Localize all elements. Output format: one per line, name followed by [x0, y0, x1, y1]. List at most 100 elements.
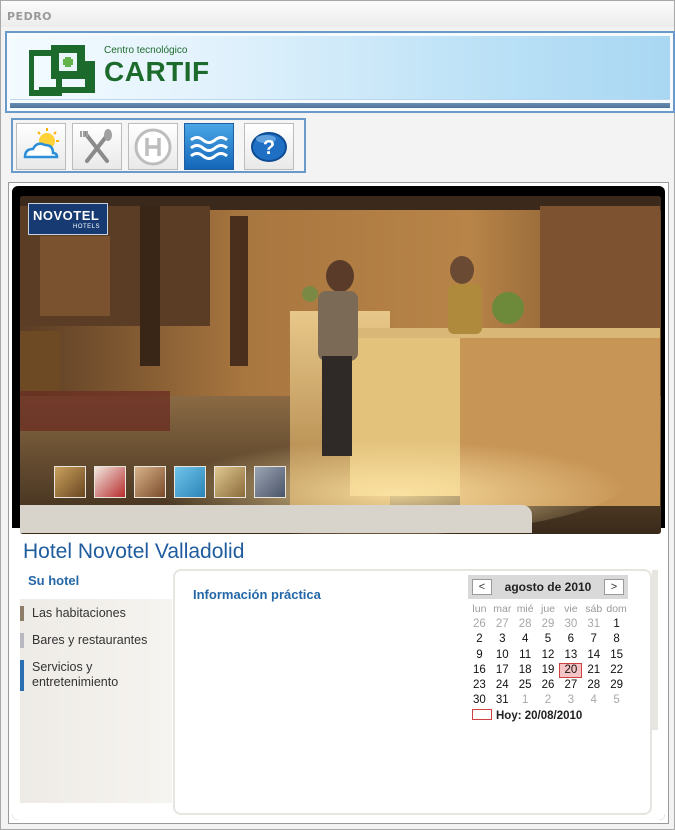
weather-icon [23, 127, 59, 158]
sidebar-item-marker [20, 633, 24, 648]
category-toolbar: ? [11, 118, 306, 173]
header-banner: Centro tecnológico CARTIF [5, 31, 675, 113]
calendar-day[interactable]: 7 [582, 632, 605, 647]
calendar-next-button[interactable]: > [604, 579, 624, 595]
calendar-day[interactable]: 4 [582, 693, 605, 708]
calendar-day[interactable]: 3 [559, 693, 582, 708]
calendar-day[interactable]: 22 [605, 663, 628, 678]
calendar-day[interactable]: 2 [537, 693, 560, 708]
calendar-day[interactable]: 2 [468, 632, 491, 647]
svg-text:?: ? [263, 137, 275, 159]
hotel-page: NOVOTEL HOTELS Hotel Novotel Valladolid … [12, 186, 665, 820]
page-title: Hotel Novotel Valladolid [23, 540, 245, 563]
sidebar-menu [20, 599, 172, 803]
calendar-weekday: lun [472, 603, 487, 615]
sidebar-item-label: Bares y restaurantes [32, 633, 148, 647]
calendar-day[interactable]: 18 [514, 663, 537, 678]
calendar-day[interactable]: 17 [491, 663, 514, 678]
calendar-grid: lun mar mié jue vie sáb dom 26 27 28 29 30 31 1 2 3 4 5 6 7… [468, 602, 628, 708]
calendar-today-label: Hoy: 20/08/2010 [496, 710, 583, 722]
calendar-day[interactable]: 28 [582, 678, 605, 693]
calendar-day[interactable]: 23 [468, 678, 491, 693]
calendar-month-title: agosto de 2010 [504, 580, 592, 594]
calendar-day[interactable]: 9 [468, 648, 491, 663]
hotel-sidebar: Su hotel Las habitaciones Bares y restau… [20, 569, 172, 803]
novotel-logo: NOVOTEL HOTELS [28, 203, 108, 235]
info-heading: Información práctica [193, 587, 321, 602]
calendar-row: 16 17 18 19 20 21 22 [468, 662, 628, 678]
thumbnail-reception[interactable] [54, 466, 86, 498]
content-frame: NOVOTEL HOTELS Hotel Novotel Valladolid … [8, 182, 669, 824]
calendar-day[interactable]: 26 [468, 617, 491, 632]
thumbnail-room[interactable] [94, 466, 126, 498]
calendar-day[interactable]: 6 [559, 632, 582, 647]
calendar-prev-button[interactable]: < [472, 579, 492, 595]
thumbnail-restaurant[interactable] [134, 466, 166, 498]
sidebar-item-label: Las habitaciones [32, 606, 126, 620]
sidebar-heading: Su hotel [28, 573, 80, 588]
hotels-button[interactable] [128, 123, 178, 170]
calendar-day[interactable]: 20 [559, 662, 583, 678]
today-marker-icon [472, 709, 492, 720]
banner-background: Centro tecnológico CARTIF [10, 36, 670, 100]
calendar-day[interactable]: 15 [605, 648, 628, 663]
app-window: PEDRO Centro tecnológico CARTIF ? NOVOTE… [0, 0, 675, 830]
calendar-day[interactable]: 3 [491, 632, 514, 647]
thumbnail-pool[interactable] [174, 466, 206, 498]
panel-scrollbar[interactable] [652, 570, 658, 730]
calendar-weekday: sáb [585, 603, 603, 615]
logo-subtitle: Centro tecnológico [104, 45, 188, 56]
calendar-day[interactable]: 13 [559, 648, 582, 663]
calendar-day[interactable]: 8 [605, 632, 628, 647]
sidebar-item-marker [20, 606, 24, 621]
calendar-day[interactable]: 25 [514, 678, 537, 693]
calendar-day[interactable]: 4 [514, 632, 537, 647]
calendar-weekday: mié [516, 603, 534, 615]
calendar-today[interactable]: Hoy: 20/08/2010 [472, 709, 582, 722]
window-title: PEDRO [7, 10, 53, 23]
calendar-header: < agosto de 2010 > [468, 575, 628, 599]
calendar-day[interactable]: 31 [491, 693, 514, 708]
calendar-weekday: mar [493, 603, 512, 615]
thumbnail-bar[interactable] [214, 466, 246, 498]
sidebar-item-marker [20, 660, 24, 691]
calendar-day[interactable]: 24 [491, 678, 514, 693]
title-bar: PEDRO [1, 1, 674, 27]
calendar-day[interactable]: 10 [491, 648, 514, 663]
calendar-row: 9 10 11 12 13 14 15 [468, 648, 628, 663]
novotel-logo-brand: NOVOTEL [33, 208, 100, 223]
calendar-day[interactable]: 14 [582, 648, 605, 663]
calendar-day[interactable]: 30 [468, 693, 491, 708]
calendar-day[interactable]: 11 [514, 648, 537, 663]
calendar-day[interactable]: 30 [559, 617, 582, 632]
calendar-day[interactable]: 29 [605, 678, 628, 693]
help-button[interactable]: ? [244, 123, 294, 170]
calendar-day[interactable]: 16 [468, 663, 491, 678]
calendar-day[interactable]: 12 [537, 648, 560, 663]
calendar-day[interactable]: 1 [514, 693, 537, 708]
calendar-weekday: vie [564, 603, 578, 615]
calendar-day[interactable]: 27 [559, 678, 582, 693]
calendar-day[interactable]: 31 [582, 617, 605, 632]
calendar-day[interactable]: 1 [605, 617, 628, 632]
thumbnail-meeting-room[interactable] [254, 466, 286, 498]
calendar-row: lun mar mié jue vie sáb dom [468, 602, 628, 617]
calendar-row: 30 31 1 2 3 4 5 [468, 693, 628, 708]
calendar-row: 23 24 25 26 27 28 29 [468, 678, 628, 693]
leisure-button[interactable] [184, 123, 234, 170]
banner-divider [10, 103, 670, 108]
calendar-day[interactable]: 5 [605, 693, 628, 708]
calendar: < agosto de 2010 > lun mar mié jue vie sáb dom… [468, 575, 628, 725]
calendar-day[interactable]: 5 [537, 632, 560, 647]
hotel-icon [134, 128, 172, 165]
calendar-day[interactable]: 27 [491, 617, 514, 632]
calendar-day[interactable]: 19 [537, 663, 560, 678]
logo-name: CARTIF [104, 56, 210, 87]
calendar-day[interactable]: 29 [537, 617, 560, 632]
weather-button[interactable] [16, 123, 66, 170]
restaurants-button[interactable] [72, 123, 122, 170]
calendar-day[interactable]: 28 [514, 617, 537, 632]
calendar-day[interactable]: 26 [537, 678, 560, 693]
calendar-day[interactable]: 21 [582, 663, 605, 678]
novotel-logo-sub: HOTELS [73, 224, 101, 230]
